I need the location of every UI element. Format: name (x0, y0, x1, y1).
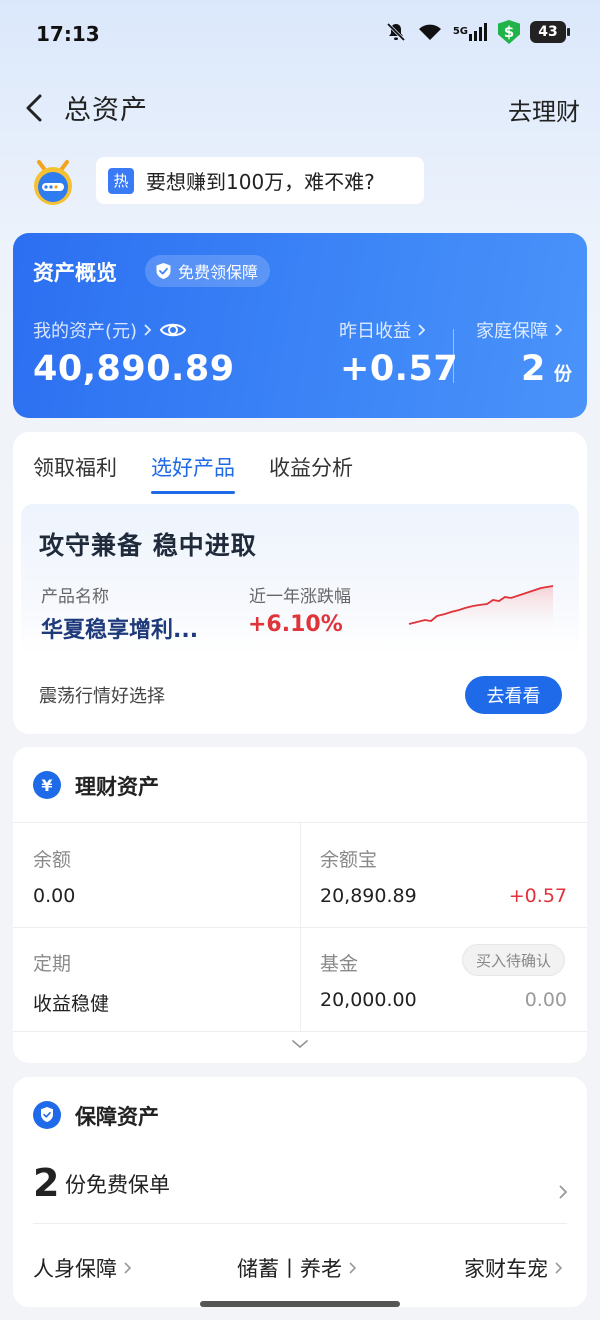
my-assets-label[interactable]: 我的资产(元) (33, 317, 187, 343)
fixed-term-value: 收益稳健 (33, 993, 110, 1015)
status-time: 17:13 (36, 22, 100, 46)
divider (300, 822, 301, 1032)
divider (33, 1223, 567, 1224)
chevron-left-icon (26, 94, 42, 122)
eye-icon[interactable] (159, 320, 187, 340)
go-invest-link[interactable]: 去理财 (508, 92, 580, 127)
overview-divider (453, 329, 454, 383)
hot-tag: 热 (108, 167, 134, 194)
policy-count: 2 (33, 1161, 60, 1205)
family-count: 2 (521, 349, 546, 389)
yesterday-earnings-label[interactable]: 昨日收益 (339, 317, 429, 343)
trend-sparkline (408, 585, 554, 636)
family-protection-value: 2份 (521, 349, 572, 389)
annual-change-value: +6.10% (248, 612, 343, 637)
chevron-right-icon (555, 324, 563, 336)
tab-earnings-analysis[interactable]: 收益分析 (269, 452, 353, 494)
status-icons: 5G $ 43 (385, 20, 570, 44)
family-protection-label[interactable]: 家庭保障 (476, 317, 566, 343)
tab-pick-products[interactable]: 选好产品 (151, 452, 235, 494)
chevron-right-icon (144, 324, 152, 336)
hot-topic-banner[interactable]: 热 要想赚到100万，难不难? (96, 157, 424, 204)
savings-pension-link[interactable]: 储蓄丨养老 (237, 1253, 357, 1283)
tab-welfare[interactable]: 领取福利 (33, 452, 117, 494)
asset-overview-card: 资产概览 免费领保障 我的资产(元) 40,890.89 昨日收益 +0.57 … (13, 233, 587, 418)
annual-change-label: 近一年涨跌幅 (249, 587, 351, 607)
product-promo[interactable]: 攻守兼备 稳中进取 产品名称 近一年涨跌幅 华夏稳享增利... +6.10% (21, 504, 579, 654)
svg-text:¥: ¥ (41, 776, 52, 795)
chevron-down-icon[interactable] (290, 1037, 310, 1051)
yuebao-value: 20,890.89 (320, 885, 417, 907)
chevron-right-icon[interactable] (557, 1183, 569, 1201)
cellular-5g-icon: 5G (453, 22, 488, 42)
chevron-right-icon (124, 1262, 132, 1274)
chevron-right-icon (555, 1262, 563, 1274)
personal-protection-label: 人身保障 (33, 1257, 117, 1281)
back-button[interactable] (18, 88, 54, 128)
battery-icon: 43 (530, 21, 570, 43)
fund-gain: 0.00 (524, 989, 567, 1011)
mascot-icon[interactable] (30, 158, 76, 206)
shield-check-icon (156, 263, 171, 279)
bell-muted-icon (385, 21, 407, 43)
products-card: 领取福利 选好产品 收益分析 攻守兼备 稳中进取 产品名称 近一年涨跌幅 华夏稳… (13, 432, 587, 734)
go-view-button[interactable]: 去看看 (465, 676, 562, 714)
my-assets-label-text: 我的资产(元) (33, 321, 138, 342)
home-car-pet-label: 家财车宠 (464, 1257, 548, 1281)
yuan-icon: ¥ (33, 771, 61, 799)
wifi-icon (417, 22, 443, 42)
savings-pension-label: 储蓄丨养老 (237, 1257, 342, 1281)
product-tabs: 领取福利 选好产品 收益分析 (33, 452, 353, 494)
fixed-term-label[interactable]: 定期 (33, 949, 71, 976)
chevron-right-icon (349, 1262, 357, 1274)
shield-check-icon (33, 1101, 61, 1129)
promo-footer-text: 震荡行情好选择 (39, 686, 165, 707)
yesterday-earnings-value: +0.57 (340, 349, 459, 389)
yesterday-label-text: 昨日收益 (339, 321, 411, 342)
promo-title: 攻守兼备 稳中进取 (39, 531, 257, 560)
personal-protection-link[interactable]: 人身保障 (33, 1253, 132, 1283)
home-car-pet-link[interactable]: 家财车宠 (464, 1253, 563, 1283)
policy-count-text[interactable]: 份免费保单 (65, 1169, 170, 1199)
hot-topic-text: 要想赚到100万，难不难? (146, 170, 375, 194)
family-unit: 份 (553, 364, 573, 385)
product-name: 华夏稳享增利... (41, 618, 199, 643)
chevron-right-icon (418, 324, 426, 336)
security-shield-icon: $ (498, 20, 520, 44)
header: 总资产 去理财 (0, 80, 600, 136)
protection-assets-card: 保障资产 2 份免费保单 人身保障 储蓄丨养老 家财车宠 (13, 1077, 587, 1307)
home-indicator[interactable] (200, 1301, 400, 1307)
product-name-label: 产品名称 (41, 587, 109, 607)
free-protection-badge[interactable]: 免费领保障 (145, 255, 271, 287)
overview-title: 资产概览 (33, 261, 117, 285)
wealth-assets-card: ¥ 理财资产 余额 0.00 余额宝 20,890.89 +0.57 定期 收益… (13, 747, 587, 1063)
status-bar: 17:13 5G $ 43 (0, 0, 600, 70)
family-label-text: 家庭保障 (476, 321, 548, 342)
fund-label[interactable]: 基金 (320, 949, 358, 976)
protection-title: 保障资产 (75, 1105, 159, 1129)
fund-value: 20,000.00 (320, 989, 417, 1011)
my-assets-value: 40,890.89 (33, 349, 235, 389)
balance-label[interactable]: 余额 (33, 845, 71, 872)
page-title: 总资产 (64, 95, 148, 126)
yuebao-label[interactable]: 余额宝 (320, 845, 377, 872)
wealth-title: 理财资产 (75, 775, 159, 799)
yuebao-gain: +0.57 (508, 885, 567, 907)
balance-value: 0.00 (33, 885, 76, 907)
badge-label: 免费领保障 (178, 263, 259, 282)
pending-purchase-badge[interactable]: 买入待确认 (462, 944, 566, 976)
